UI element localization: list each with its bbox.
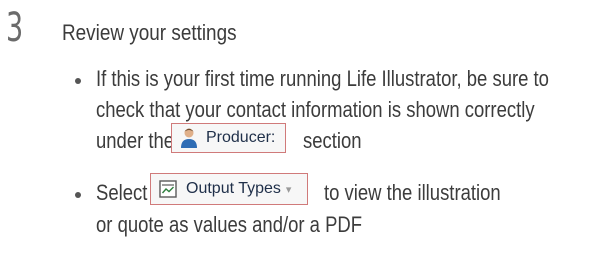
producer-button[interactable]: Producer: bbox=[171, 123, 286, 153]
bullet-dot bbox=[75, 78, 81, 84]
person-icon bbox=[181, 128, 197, 148]
bullet-text-line: under the bbox=[96, 128, 175, 153]
bullet-text-line: to view the illustration bbox=[324, 180, 501, 205]
bullet-text-line: If this is your first time running Life … bbox=[96, 66, 549, 91]
bullet-text-line: check that your contact information is s… bbox=[96, 97, 535, 122]
output-types-icon bbox=[159, 180, 177, 198]
output-types-button[interactable]: Output Types ▾ bbox=[150, 173, 308, 205]
producer-button-label: Producer: bbox=[206, 129, 276, 146]
output-types-button-label: Output Types bbox=[186, 180, 281, 197]
bullet-text-line: or quote as values and/or a PDF bbox=[96, 212, 363, 237]
bullet-text-line: section bbox=[303, 128, 362, 153]
bullet-text-line: Select bbox=[96, 180, 148, 205]
step-number: 3 bbox=[6, 5, 24, 51]
bullet-dot bbox=[75, 192, 81, 198]
step-title: Review your settings bbox=[62, 20, 237, 45]
chevron-down-icon: ▾ bbox=[285, 184, 292, 196]
